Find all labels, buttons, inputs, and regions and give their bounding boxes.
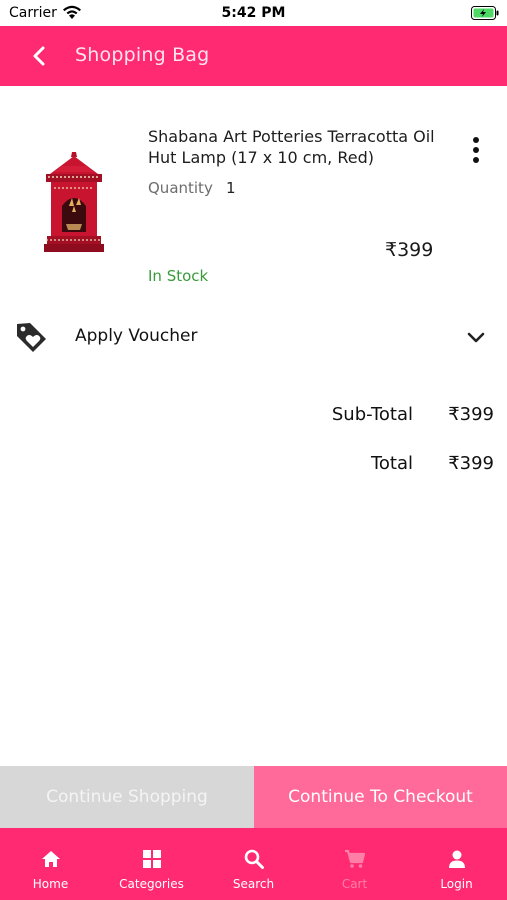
quantity-value[interactable]: 1 <box>226 179 236 197</box>
status-bar: Carrier 5:42 PM <box>0 0 507 26</box>
home-icon <box>41 851 60 867</box>
apply-voucher-row[interactable]: Apply Voucher <box>0 312 507 362</box>
page-title: Shopping Bag <box>75 44 210 66</box>
quantity-label: Quantity <box>148 179 213 197</box>
product-image[interactable] <box>36 150 112 256</box>
checkout-button[interactable]: Continue To Checkout <box>254 766 507 828</box>
stock-status: In Stock <box>148 267 209 285</box>
total-label: Total <box>370 453 413 474</box>
cart-icon <box>344 849 365 868</box>
chevron-left-icon[interactable] <box>28 43 50 69</box>
tab-search-label: Search <box>232 877 275 891</box>
apply-voucher-label: Apply Voucher <box>75 326 198 346</box>
grid-icon <box>142 850 161 868</box>
subtotal-value: ₹399 <box>448 404 494 425</box>
continue-shopping-button[interactable]: Continue Shopping <box>0 766 254 828</box>
tab-categories-label: Categories <box>119 877 184 891</box>
bottom-tab-bar: Home Categories Search Cart Login <box>0 828 507 900</box>
item-price: ₹399 <box>385 239 434 261</box>
clock: 5:42 PM <box>221 5 286 21</box>
user-icon <box>448 850 465 868</box>
product-name[interactable]: Shabana Art Potteries Terracotta Oil Hut… <box>148 126 448 168</box>
total-value: ₹399 <box>448 453 494 474</box>
tab-home[interactable]: Home <box>0 828 101 900</box>
chevron-down-icon[interactable] <box>465 328 487 346</box>
tab-cart-label: Cart <box>341 877 368 891</box>
subtotal-label: Sub-Total <box>331 404 413 425</box>
app-header: Shopping Bag <box>0 26 507 86</box>
more-vertical-icon[interactable] <box>463 134 489 166</box>
battery-icon <box>471 6 499 20</box>
tab-login[interactable]: Login <box>406 828 507 900</box>
tab-categories[interactable]: Categories <box>101 828 202 900</box>
search-icon <box>244 849 264 869</box>
tag-heart-icon <box>17 323 46 352</box>
tab-home-label: Home <box>32 877 69 891</box>
tab-search[interactable]: Search <box>203 828 304 900</box>
tab-cart[interactable]: Cart <box>304 828 405 900</box>
tab-login-label: Login <box>440 877 473 891</box>
